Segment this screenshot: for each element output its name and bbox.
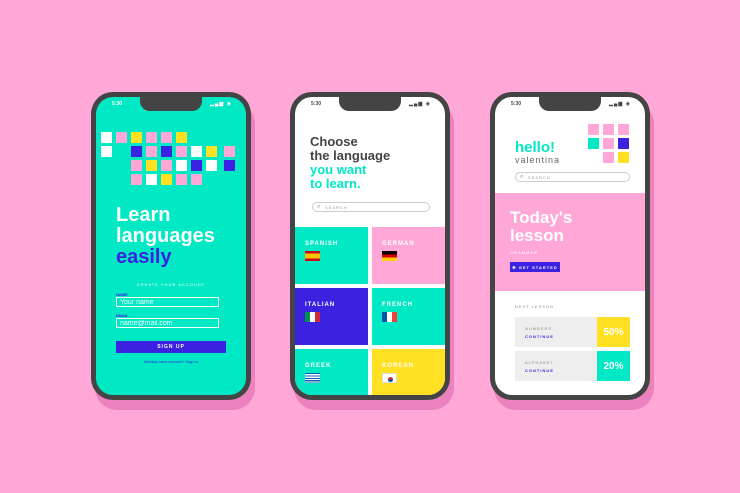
signup-screen: 5:30 ▂▄▆ ◉ Learn languages easily CREATE… bbox=[96, 97, 246, 395]
language-name: GREEK bbox=[305, 363, 332, 369]
lesson-card-alphabet[interactable]: ALPHABET CONTINUE 20% bbox=[515, 351, 630, 381]
italy-flag-icon bbox=[305, 312, 320, 322]
choose-language-screen: 5:30 ▂▄▆ ◉ Choose the language you want … bbox=[295, 97, 445, 395]
language-search[interactable]: ⌕ bbox=[312, 202, 430, 212]
continue-link[interactable]: CONTINUE bbox=[525, 368, 554, 373]
search-input[interactable] bbox=[325, 203, 395, 211]
greece-flag-icon bbox=[305, 373, 320, 383]
phone-notch bbox=[539, 97, 601, 111]
title-line-accent: to learn. bbox=[310, 176, 361, 191]
phone-notch bbox=[140, 97, 202, 111]
language-tile-italian[interactable]: ITALIAN bbox=[295, 288, 368, 345]
title-line-accent: you want bbox=[310, 162, 367, 177]
search-icon: ⌕ bbox=[317, 204, 321, 210]
korea-flag-icon bbox=[382, 373, 397, 383]
email-input[interactable] bbox=[116, 318, 219, 328]
lesson-title: ALPHABET bbox=[525, 360, 554, 365]
status-time: 5:30 bbox=[311, 101, 322, 107]
language-tile-greek[interactable]: GREEK bbox=[295, 349, 368, 395]
phone-notch bbox=[339, 97, 401, 111]
search-input[interactable] bbox=[528, 173, 596, 181]
germany-flag-icon bbox=[382, 251, 397, 261]
title-line: Today's bbox=[510, 208, 573, 227]
language-tile-french[interactable]: FRENCH bbox=[372, 288, 445, 345]
status-time: 5:30 bbox=[511, 101, 522, 107]
status-signal-icon: ▂▄▆ ◉ bbox=[409, 101, 431, 107]
phone-lesson: 5:30 ▂▄▆ ◉ hello! valentina ⌕ Today's le… bbox=[490, 92, 650, 400]
spain-flag-icon bbox=[305, 251, 320, 261]
france-flag-icon bbox=[382, 312, 397, 322]
status-time: 5:30 bbox=[112, 101, 123, 107]
continue-link[interactable]: CONTINUE bbox=[525, 334, 554, 339]
status-signal-icon: ▂▄▆ ◉ bbox=[609, 101, 631, 107]
choose-language-title: Choose the language you want to learn. bbox=[310, 135, 390, 191]
language-name: FRENCH bbox=[382, 302, 413, 308]
language-name: KOREAN bbox=[382, 363, 415, 369]
lesson-progress: 50% bbox=[597, 317, 630, 347]
today-lesson-panel: Today's lesson GRAMMAR ✱ GET STARTED bbox=[495, 193, 645, 291]
title-line: Learn bbox=[116, 204, 171, 226]
lesson-search[interactable]: ⌕ bbox=[515, 172, 630, 182]
language-name: ITALIAN bbox=[305, 302, 336, 308]
language-name: GERMAN bbox=[382, 241, 415, 247]
status-signal-icon: ▂▄▆ ◉ bbox=[210, 101, 232, 107]
language-tile-german[interactable]: GERMAN bbox=[372, 227, 445, 284]
language-tile-spanish[interactable]: SPANISH bbox=[295, 227, 368, 284]
greeting: hello! bbox=[515, 139, 555, 156]
title-line: Choose bbox=[310, 134, 358, 149]
sign-up-button[interactable]: SIGN UP bbox=[116, 341, 226, 353]
title-line: lesson bbox=[510, 226, 564, 245]
sign-in-link[interactable]: Already have account? Sign in bbox=[96, 359, 246, 364]
next-lesson-label: NEXT LESSON bbox=[515, 304, 554, 309]
lesson-card-numbers[interactable]: NUMBERS CONTINUE 50% bbox=[515, 317, 630, 347]
lesson-progress: 20% bbox=[597, 351, 630, 381]
get-started-label: GET STARTED bbox=[518, 264, 558, 270]
search-icon: ⌕ bbox=[520, 174, 524, 180]
title-line-accent: easily bbox=[116, 246, 172, 268]
phone-signup: 5:30 ▂▄▆ ◉ Learn languages easily CREATE… bbox=[91, 92, 251, 400]
signup-title: Learn languages easily bbox=[116, 205, 215, 268]
get-started-button[interactable]: ✱ GET STARTED bbox=[510, 262, 560, 272]
user-name: valentina bbox=[515, 155, 561, 165]
language-name: SPANISH bbox=[305, 241, 339, 247]
language-tile-korean[interactable]: KOREAN bbox=[372, 349, 445, 395]
title-line: languages bbox=[116, 225, 215, 247]
lesson-topic: GRAMMAR bbox=[510, 250, 538, 255]
create-account-label: CREATE YOUR ACCOUNT bbox=[136, 282, 206, 287]
phone-choose-language: 5:30 ▂▄▆ ◉ Choose the language you want … bbox=[290, 92, 450, 400]
name-input[interactable] bbox=[116, 297, 219, 307]
lesson-screen: 5:30 ▂▄▆ ◉ hello! valentina ⌕ Today's le… bbox=[495, 97, 645, 395]
today-lesson-title: Today's lesson bbox=[510, 209, 572, 245]
lesson-title: NUMBERS bbox=[525, 326, 553, 331]
title-line: the language bbox=[310, 148, 391, 163]
